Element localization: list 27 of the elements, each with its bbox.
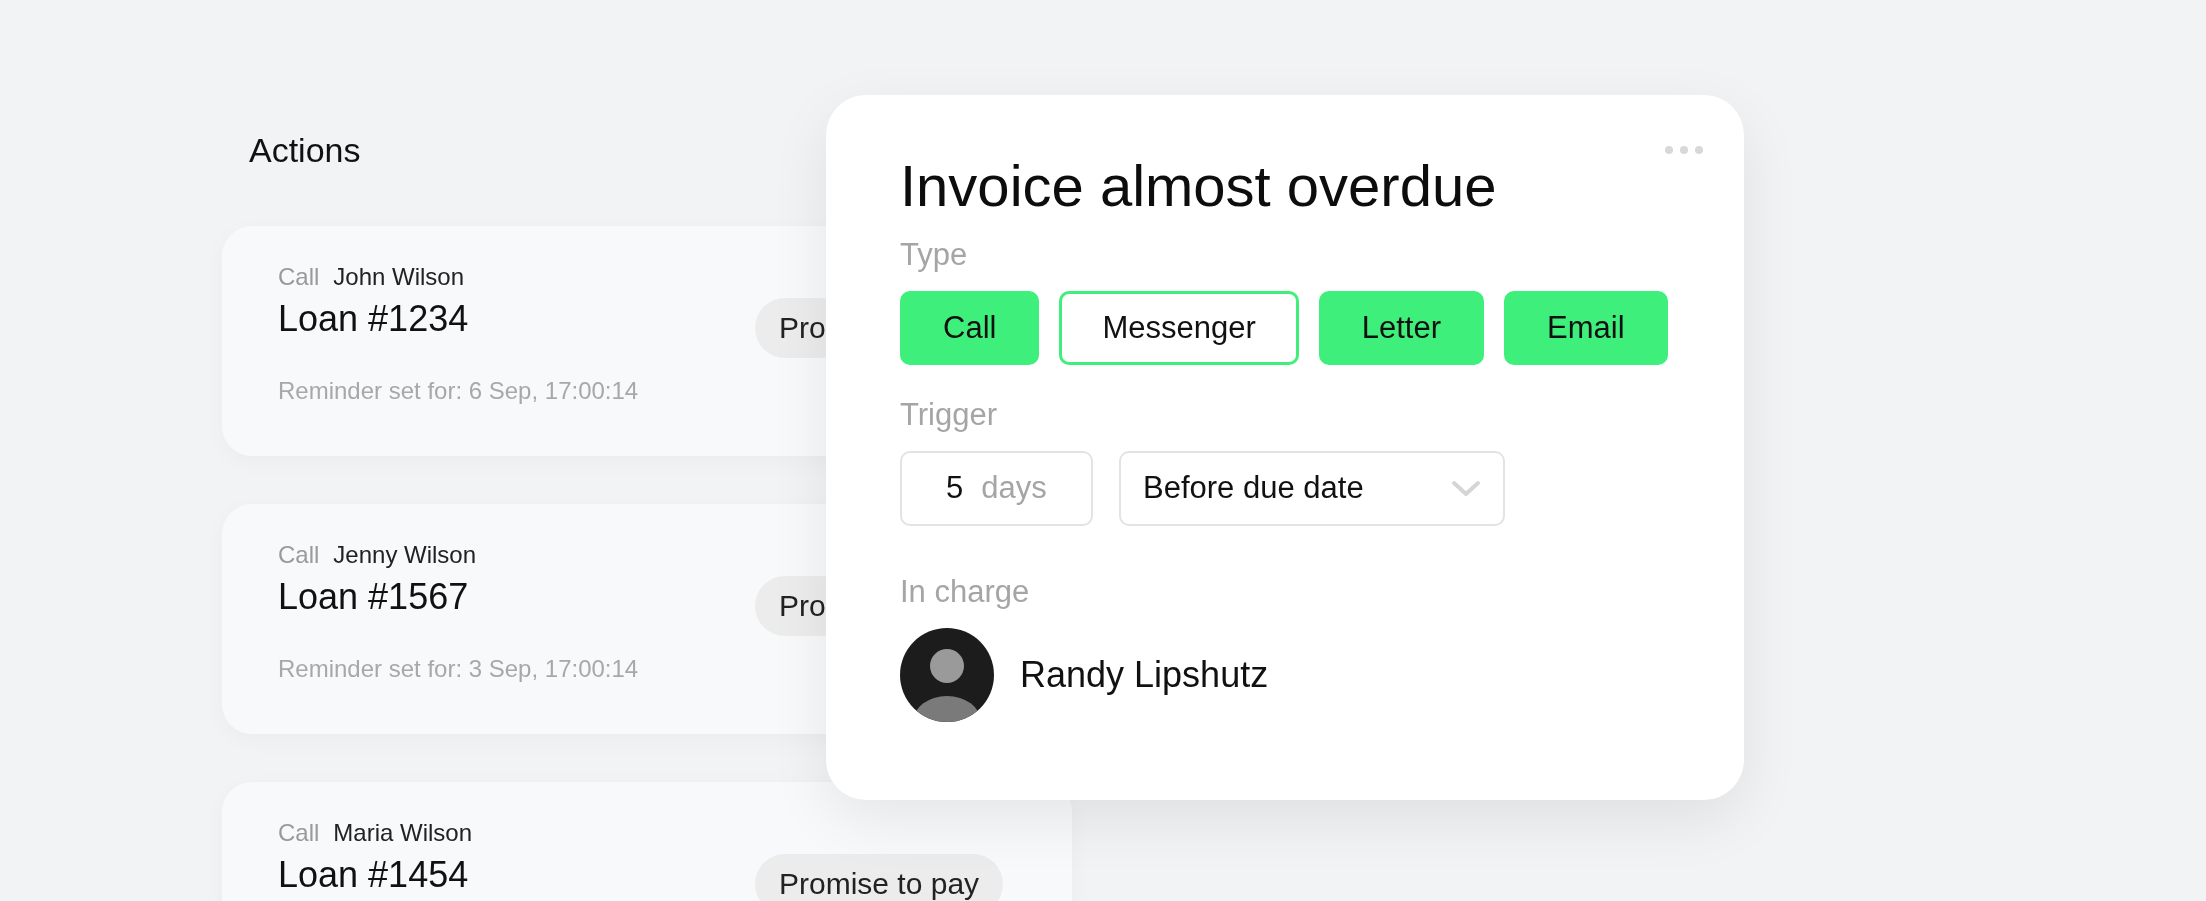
type-label: Type	[900, 236, 968, 274]
action-type: Call	[278, 540, 320, 570]
contact-name: Jenny Wilson	[333, 540, 477, 570]
loan-number: Loan #1234	[278, 297, 470, 341]
action-type: Call	[278, 262, 320, 292]
reminder-text: Reminder set for: 6 Sep, 17:00:14	[278, 376, 640, 406]
type-toggle[interactable]: Email	[1504, 291, 1668, 365]
in-charge-label: In charge	[900, 573, 1030, 611]
days-field[interactable]: 5 days	[900, 451, 1093, 526]
loan-number: Loan #1454	[278, 853, 470, 897]
action-type: Call	[278, 818, 320, 848]
section-title: Actions	[249, 130, 361, 171]
reminder-text: Reminder set for: 3 Sep, 17:00:14	[278, 654, 640, 684]
contact-name: Maria Wilson	[333, 818, 473, 848]
type-toggle[interactable]: Call	[900, 291, 1040, 365]
dialog-title: Invoice almost overdue	[900, 152, 1497, 220]
status-badge: Promise to pay	[755, 854, 1004, 901]
trigger-label: Trigger	[900, 396, 998, 434]
chevron-down-icon	[1451, 479, 1481, 498]
more-icon[interactable]	[1664, 145, 1704, 155]
type-toggle[interactable]: Messenger	[1059, 291, 1299, 365]
timing-select[interactable]: Before due date	[1119, 451, 1505, 526]
contact-name: John Wilson	[333, 262, 465, 292]
timing-value: Before due date	[1143, 469, 1364, 508]
action-card[interactable]: Call Maria Wilson Loan #1454 Promise to pay	[222, 782, 1072, 901]
type-toggle[interactable]: Letter	[1318, 291, 1485, 365]
loan-number: Loan #1567	[278, 575, 470, 619]
